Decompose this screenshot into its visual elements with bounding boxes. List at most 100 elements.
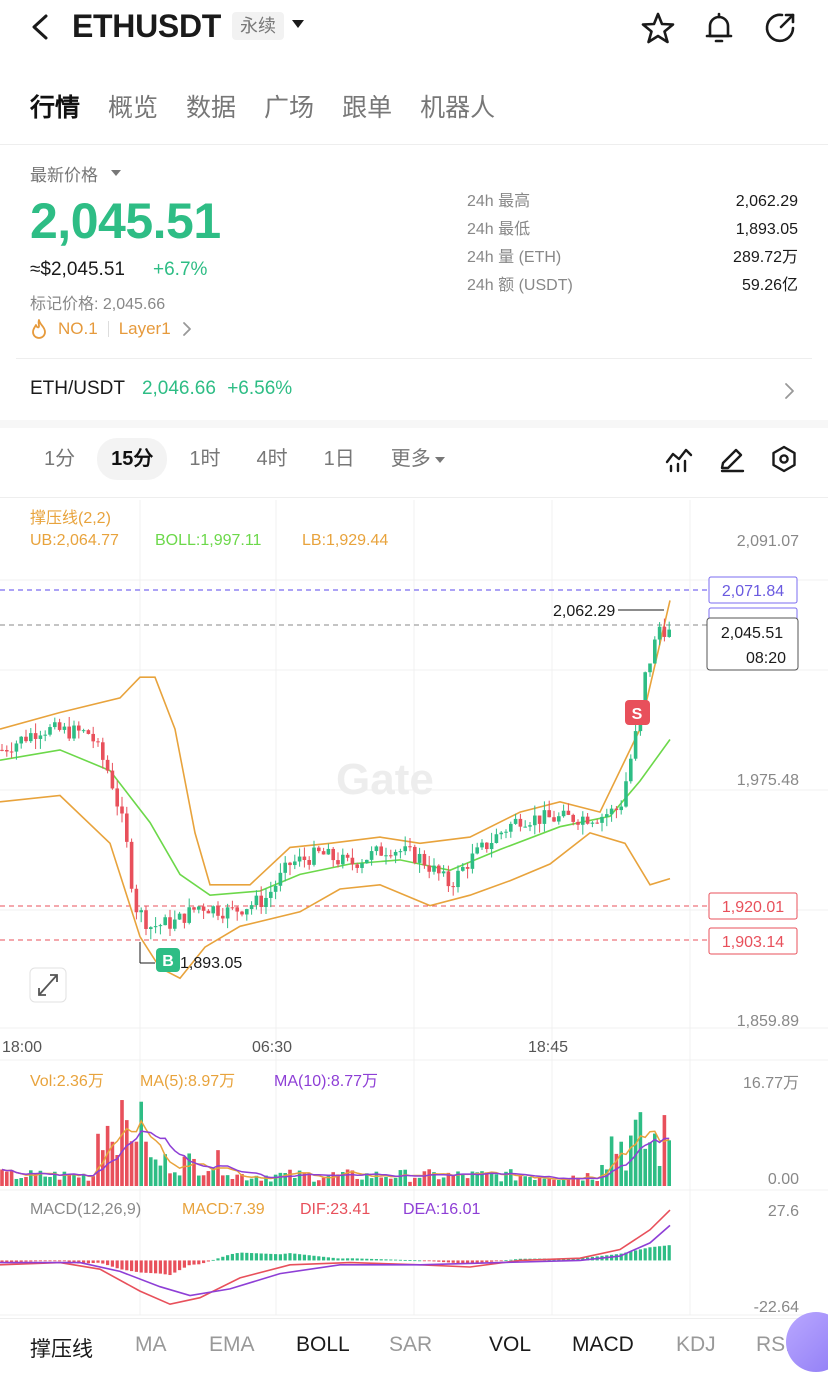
- volume-bar: [221, 1175, 225, 1186]
- candle-body: [345, 854, 350, 858]
- rank-tags[interactable]: NO.1 Layer1: [30, 319, 193, 339]
- indicator-chart-icon[interactable]: [664, 444, 694, 474]
- indicator-kdj[interactable]: KDJ: [676, 1333, 716, 1357]
- volume-bar: [129, 1141, 134, 1186]
- macd-bar: [240, 1252, 244, 1261]
- volume-bar: [230, 1178, 235, 1186]
- volume-bar: [269, 1181, 273, 1186]
- macd-bar: [101, 1260, 105, 1264]
- indicator-boll[interactable]: BOLL: [296, 1333, 350, 1357]
- timeframe-4h[interactable]: 4时: [243, 438, 302, 480]
- macd-bar: [283, 1253, 287, 1261]
- candle-body: [581, 816, 585, 825]
- candle-body: [600, 816, 604, 823]
- volume-bar: [393, 1177, 398, 1186]
- candle-body: [533, 815, 537, 826]
- macd-bar: [331, 1257, 335, 1261]
- volume-bar: [585, 1173, 590, 1186]
- volume-bar: [278, 1172, 283, 1186]
- macd-bar: [62, 1260, 66, 1262]
- volume-bar: [86, 1180, 91, 1186]
- tab-market[interactable]: 行情: [30, 88, 80, 128]
- time-axis-3: 18:45: [528, 1039, 568, 1056]
- tab-overview[interactable]: 概览: [108, 88, 158, 128]
- candle-body: [465, 867, 470, 869]
- volume-bar: [153, 1159, 158, 1186]
- indicator-sr-line[interactable]: 撑压线: [30, 1333, 93, 1363]
- timeframe-1h[interactable]: 1时: [175, 438, 234, 480]
- candle-body: [648, 663, 652, 673]
- candle-body: [369, 851, 374, 860]
- macd-bar: [451, 1260, 455, 1263]
- star-favorite-icon[interactable]: [640, 10, 676, 46]
- red-level-tag-1[interactable]: 1,920.01: [708, 892, 798, 920]
- last-price-label[interactable]: 最新价格: [30, 161, 98, 186]
- timeframe-1m[interactable]: 1分: [30, 438, 89, 480]
- candle-body: [393, 851, 398, 856]
- macd-bar: [192, 1260, 196, 1265]
- macd-bar: [14, 1260, 18, 1263]
- bell-alert-icon[interactable]: [701, 10, 737, 46]
- red-level-tag-2[interactable]: 1,903.14: [708, 927, 798, 955]
- candlestick-chart[interactable]: Gate 撑压线(2,2) UB:2,064.77 BOLL:1,997.11 …: [0, 500, 828, 1320]
- macd-bar: [403, 1259, 407, 1261]
- section-gap: [0, 420, 828, 428]
- macd-bar: [154, 1260, 158, 1274]
- candle-body: [446, 871, 451, 887]
- timeframe-15m[interactable]: 15分: [97, 438, 168, 480]
- candle-body: [91, 733, 95, 742]
- purple-level-tag[interactable]: 2,071.84: [708, 576, 798, 604]
- macd-bar: [293, 1253, 297, 1261]
- candle-body: [561, 810, 566, 817]
- tab-bot[interactable]: 机器人: [420, 88, 495, 128]
- fullscreen-expand-icon[interactable]: [29, 967, 67, 1003]
- timeframe-more[interactable]: 更多: [377, 438, 459, 480]
- share-icon[interactable]: [762, 10, 798, 46]
- candle-body: [230, 907, 235, 909]
- pair-title[interactable]: ETHUSDT: [72, 8, 221, 45]
- spot-chevron-right-icon[interactable]: [782, 382, 796, 400]
- pair-dropdown-caret-icon[interactable]: [292, 20, 304, 28]
- indicator-sar[interactable]: SAR: [389, 1333, 432, 1357]
- candle-body: [657, 626, 662, 640]
- back-arrow-icon[interactable]: [28, 12, 56, 42]
- last-price-caret-icon[interactable]: [111, 170, 121, 176]
- candle-body: [417, 853, 422, 863]
- macd-bar: [398, 1259, 402, 1261]
- candle-body: [14, 743, 19, 752]
- volume-bar: [120, 1100, 124, 1186]
- buy-marker[interactable]: B: [156, 948, 180, 972]
- tab-square[interactable]: 广场: [264, 88, 314, 128]
- draw-pen-icon[interactable]: [717, 444, 747, 474]
- candle-body: [125, 813, 129, 842]
- macd-bar: [120, 1260, 124, 1270]
- indicator-macd[interactable]: MACD: [572, 1333, 634, 1357]
- volume-bar: [317, 1180, 321, 1186]
- spot-link-row[interactable]: ETH/USDT 2,046.66 +6.56%: [30, 378, 292, 400]
- candle-body: [571, 814, 575, 822]
- indicator-ma[interactable]: MA: [135, 1333, 167, 1357]
- timeframe-1d[interactable]: 1日: [310, 438, 369, 480]
- indicator-ema[interactable]: EMA: [209, 1333, 255, 1357]
- tab-copy-trade[interactable]: 跟单: [342, 88, 392, 128]
- price-axis-top: 2,091.07: [737, 533, 799, 550]
- sell-marker[interactable]: S: [625, 700, 650, 725]
- macd-bar: [178, 1260, 182, 1271]
- volume-bar: [465, 1178, 470, 1186]
- candle-body: [5, 750, 9, 752]
- macd-bar: [19, 1260, 23, 1262]
- volume-bar: [581, 1180, 585, 1186]
- candle-body: [269, 891, 273, 898]
- volume-bar: [403, 1169, 407, 1186]
- settings-hexagon-icon[interactable]: [769, 444, 799, 474]
- volume-bar: [77, 1177, 81, 1186]
- volume-bar: [595, 1180, 599, 1186]
- last-price-tag[interactable]: 2,045.51 08:20: [706, 617, 799, 671]
- volume-bar: [571, 1175, 575, 1186]
- indicator-vol[interactable]: VOL: [489, 1333, 531, 1357]
- red-level-value-1: 1,920.01: [722, 899, 784, 916]
- tab-data[interactable]: 数据: [186, 88, 236, 128]
- more-caret-icon: [434, 456, 445, 463]
- candle-body: [62, 726, 67, 730]
- macd-bar: [413, 1260, 417, 1262]
